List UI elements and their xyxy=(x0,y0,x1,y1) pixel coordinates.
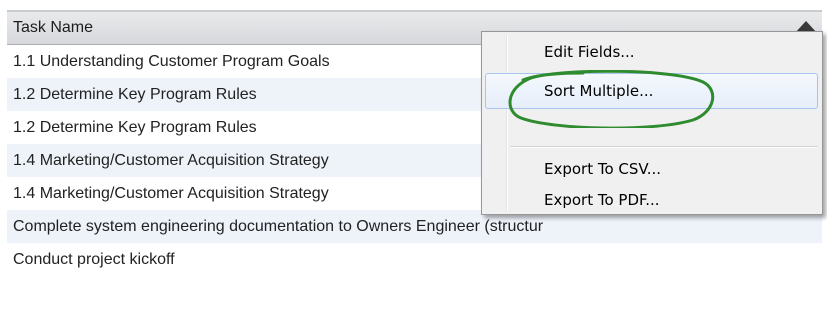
menu-item-label: Edit Fields... xyxy=(544,43,635,61)
menu-item-label: Export To PDF... xyxy=(544,191,660,209)
menu-item-label: Export To CSV... xyxy=(544,160,662,178)
menu-item-sort-multiple[interactable]: Sort Multiple... xyxy=(485,73,818,109)
menu-item-label: Sort Multiple... xyxy=(544,82,654,100)
column-header-label: Task Name xyxy=(13,19,94,36)
grid-top-border xyxy=(7,0,822,12)
menu-item-edit-fields[interactable]: Edit Fields... xyxy=(485,34,818,70)
menu-item-export-pdf[interactable]: Export To PDF... xyxy=(485,185,818,215)
table-row[interactable]: Conduct project kickoff xyxy=(7,243,822,276)
menu-item-export-csv[interactable]: Export To CSV... xyxy=(485,151,818,187)
column-context-menu: Edit Fields... Sort Multiple... Export T… xyxy=(481,31,823,215)
menu-separator xyxy=(510,146,818,148)
